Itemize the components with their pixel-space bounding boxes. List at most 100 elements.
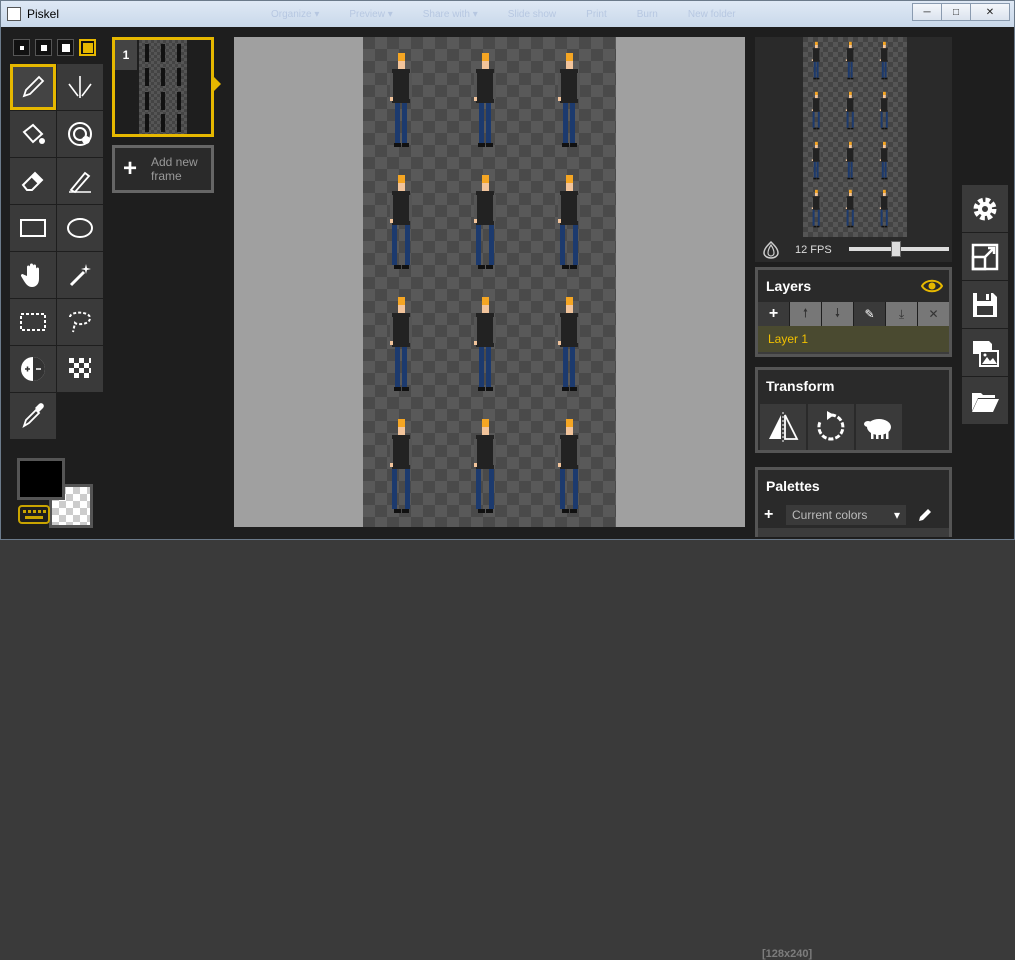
paint-same-color-tool[interactable] [57, 111, 103, 157]
fps-slider[interactable] [849, 241, 949, 257]
magic-wand-tool[interactable] [57, 252, 103, 298]
dithering-tool[interactable] [57, 346, 103, 392]
circle-tool[interactable] [57, 205, 103, 251]
pen-size-3[interactable] [57, 39, 74, 56]
paint-bucket-icon [22, 123, 45, 144]
pen-tool[interactable] [10, 64, 56, 110]
merge-layer-button[interactable]: ⤓ [886, 302, 917, 326]
edit-layer-button[interactable]: ✎ [854, 302, 885, 326]
open-button[interactable] [962, 377, 1008, 425]
ghost-item: Print [586, 8, 607, 20]
add-layer-button[interactable]: + [758, 302, 789, 326]
lasso-select-tool[interactable] [57, 299, 103, 345]
fps-slider-handle[interactable] [891, 241, 901, 257]
lasso-select-icon [69, 311, 92, 333]
sprite-figure [845, 141, 855, 180]
frame-thumbnail[interactable]: 1 [112, 37, 214, 137]
sprite-figure [879, 189, 889, 228]
dithering-icon [69, 358, 91, 378]
sprite-figure [558, 419, 580, 513]
paint-same-color-icon [68, 122, 92, 146]
preview-controls: 12 FPS [755, 239, 952, 261]
resize-button[interactable] [962, 233, 1008, 281]
rectangle-tool[interactable] [10, 205, 56, 251]
add-palette-button[interactable]: + [764, 506, 782, 524]
export-image-icon [973, 340, 999, 367]
sheep-icon [864, 419, 891, 439]
app-icon [7, 7, 21, 21]
color-picker-icon [22, 403, 44, 429]
sprite-figure [390, 419, 412, 513]
frame-preview [139, 40, 187, 134]
color-picker-tool[interactable] [10, 393, 56, 439]
close-button[interactable]: ✕ [970, 3, 1010, 21]
onion-skin-icon[interactable] [761, 240, 781, 260]
plus-icon: + [768, 305, 779, 322]
window-title: Piskel [27, 7, 60, 21]
ghost-item: New folder [687, 8, 736, 20]
export-button[interactable] [962, 329, 1008, 377]
sprite-figure [558, 297, 580, 391]
stroke-tool[interactable] [57, 158, 103, 204]
palettes-panel: Palettes + Current colors ▾ [128x240] [755, 467, 952, 960]
rectangle-select-tool[interactable] [10, 299, 56, 345]
clone-all-frames-button[interactable] [856, 404, 902, 450]
right-panel: 12 FPS Layers + 🠕 🠗 ✎ ⤓ ✕ Layer 1 Transf… [753, 31, 955, 960]
sprite-figure [474, 297, 496, 391]
keyboard-shortcuts-icon[interactable] [17, 502, 51, 526]
ghost-item: Burn [636, 8, 658, 20]
transform-title-text: Transform [766, 378, 835, 394]
layer-item[interactable]: Layer 1 [758, 326, 949, 352]
paint-bucket-tool[interactable] [10, 111, 56, 157]
piskel-app: 1 + Add new frame 12 FPS Layers + 🠕 🠗 ✎ … [5, 31, 1010, 960]
selected-frame-indicator [214, 77, 221, 91]
rotate-button[interactable] [808, 404, 854, 450]
primary-color-swatch[interactable] [17, 458, 65, 500]
move-layer-up-button[interactable]: 🠕 [790, 302, 821, 326]
move-tool[interactable] [10, 252, 56, 298]
preview-canvas [803, 37, 907, 237]
stroke-icon [69, 171, 91, 194]
tool-palette [10, 64, 104, 439]
resize-icon [971, 243, 999, 270]
settings-button[interactable] [962, 185, 1008, 233]
sprite-figure [390, 53, 412, 147]
move-layer-down-button[interactable]: 🠗 [822, 302, 853, 326]
eraser-tool[interactable] [10, 158, 56, 204]
sprite-figure [390, 175, 412, 269]
folder-open-icon [972, 392, 999, 412]
sprite-figure [879, 41, 889, 80]
add-frame-label: Add new frame [151, 155, 198, 183]
palette-select[interactable]: Current colors ▾ [786, 505, 906, 525]
palettes-title-text: Palettes [766, 478, 820, 494]
pen-size-4[interactable] [79, 39, 96, 56]
arrow-down-icon: 🠗 [834, 305, 841, 320]
rectangle-select-icon [20, 313, 46, 331]
minimize-button[interactable]: ─ [912, 3, 942, 21]
ghost-item: Slide show [507, 8, 557, 20]
piskel-window: Piskel Organize ▾ Preview ▾ Share with ▾… [0, 0, 1015, 960]
sprite-figure [558, 53, 580, 147]
merge-down-icon: ⤓ [898, 306, 905, 321]
palettes-title: Palettes [758, 470, 949, 502]
pen-size-1[interactable] [13, 39, 30, 56]
maximize-button[interactable]: □ [941, 3, 971, 21]
flip-button[interactable] [760, 404, 806, 450]
add-frame-button[interactable]: + Add new frame [112, 145, 214, 193]
delete-layer-button[interactable]: ✕ [918, 302, 949, 326]
sprite-figure [811, 189, 821, 228]
sprite-figure [845, 41, 855, 80]
layer-toolbar: + 🠕 🠗 ✎ ⤓ ✕ [758, 302, 949, 326]
sprite-figure [474, 53, 496, 147]
background-window-menu: Organize ▾ Preview ▾ Share with ▾ Slide … [271, 1, 871, 27]
vertical-mirror-pen-tool[interactable] [57, 64, 103, 110]
frames-panel: 1 + Add new frame [108, 31, 221, 537]
transform-toolbar [758, 402, 949, 450]
save-button[interactable] [962, 281, 1008, 329]
drawing-area[interactable] [234, 37, 745, 527]
lighten-tool[interactable] [10, 346, 56, 392]
pen-size-2[interactable] [35, 39, 52, 56]
eye-icon[interactable] [921, 278, 943, 294]
pencil-icon[interactable] [916, 506, 934, 524]
drawing-canvas[interactable] [363, 37, 616, 527]
